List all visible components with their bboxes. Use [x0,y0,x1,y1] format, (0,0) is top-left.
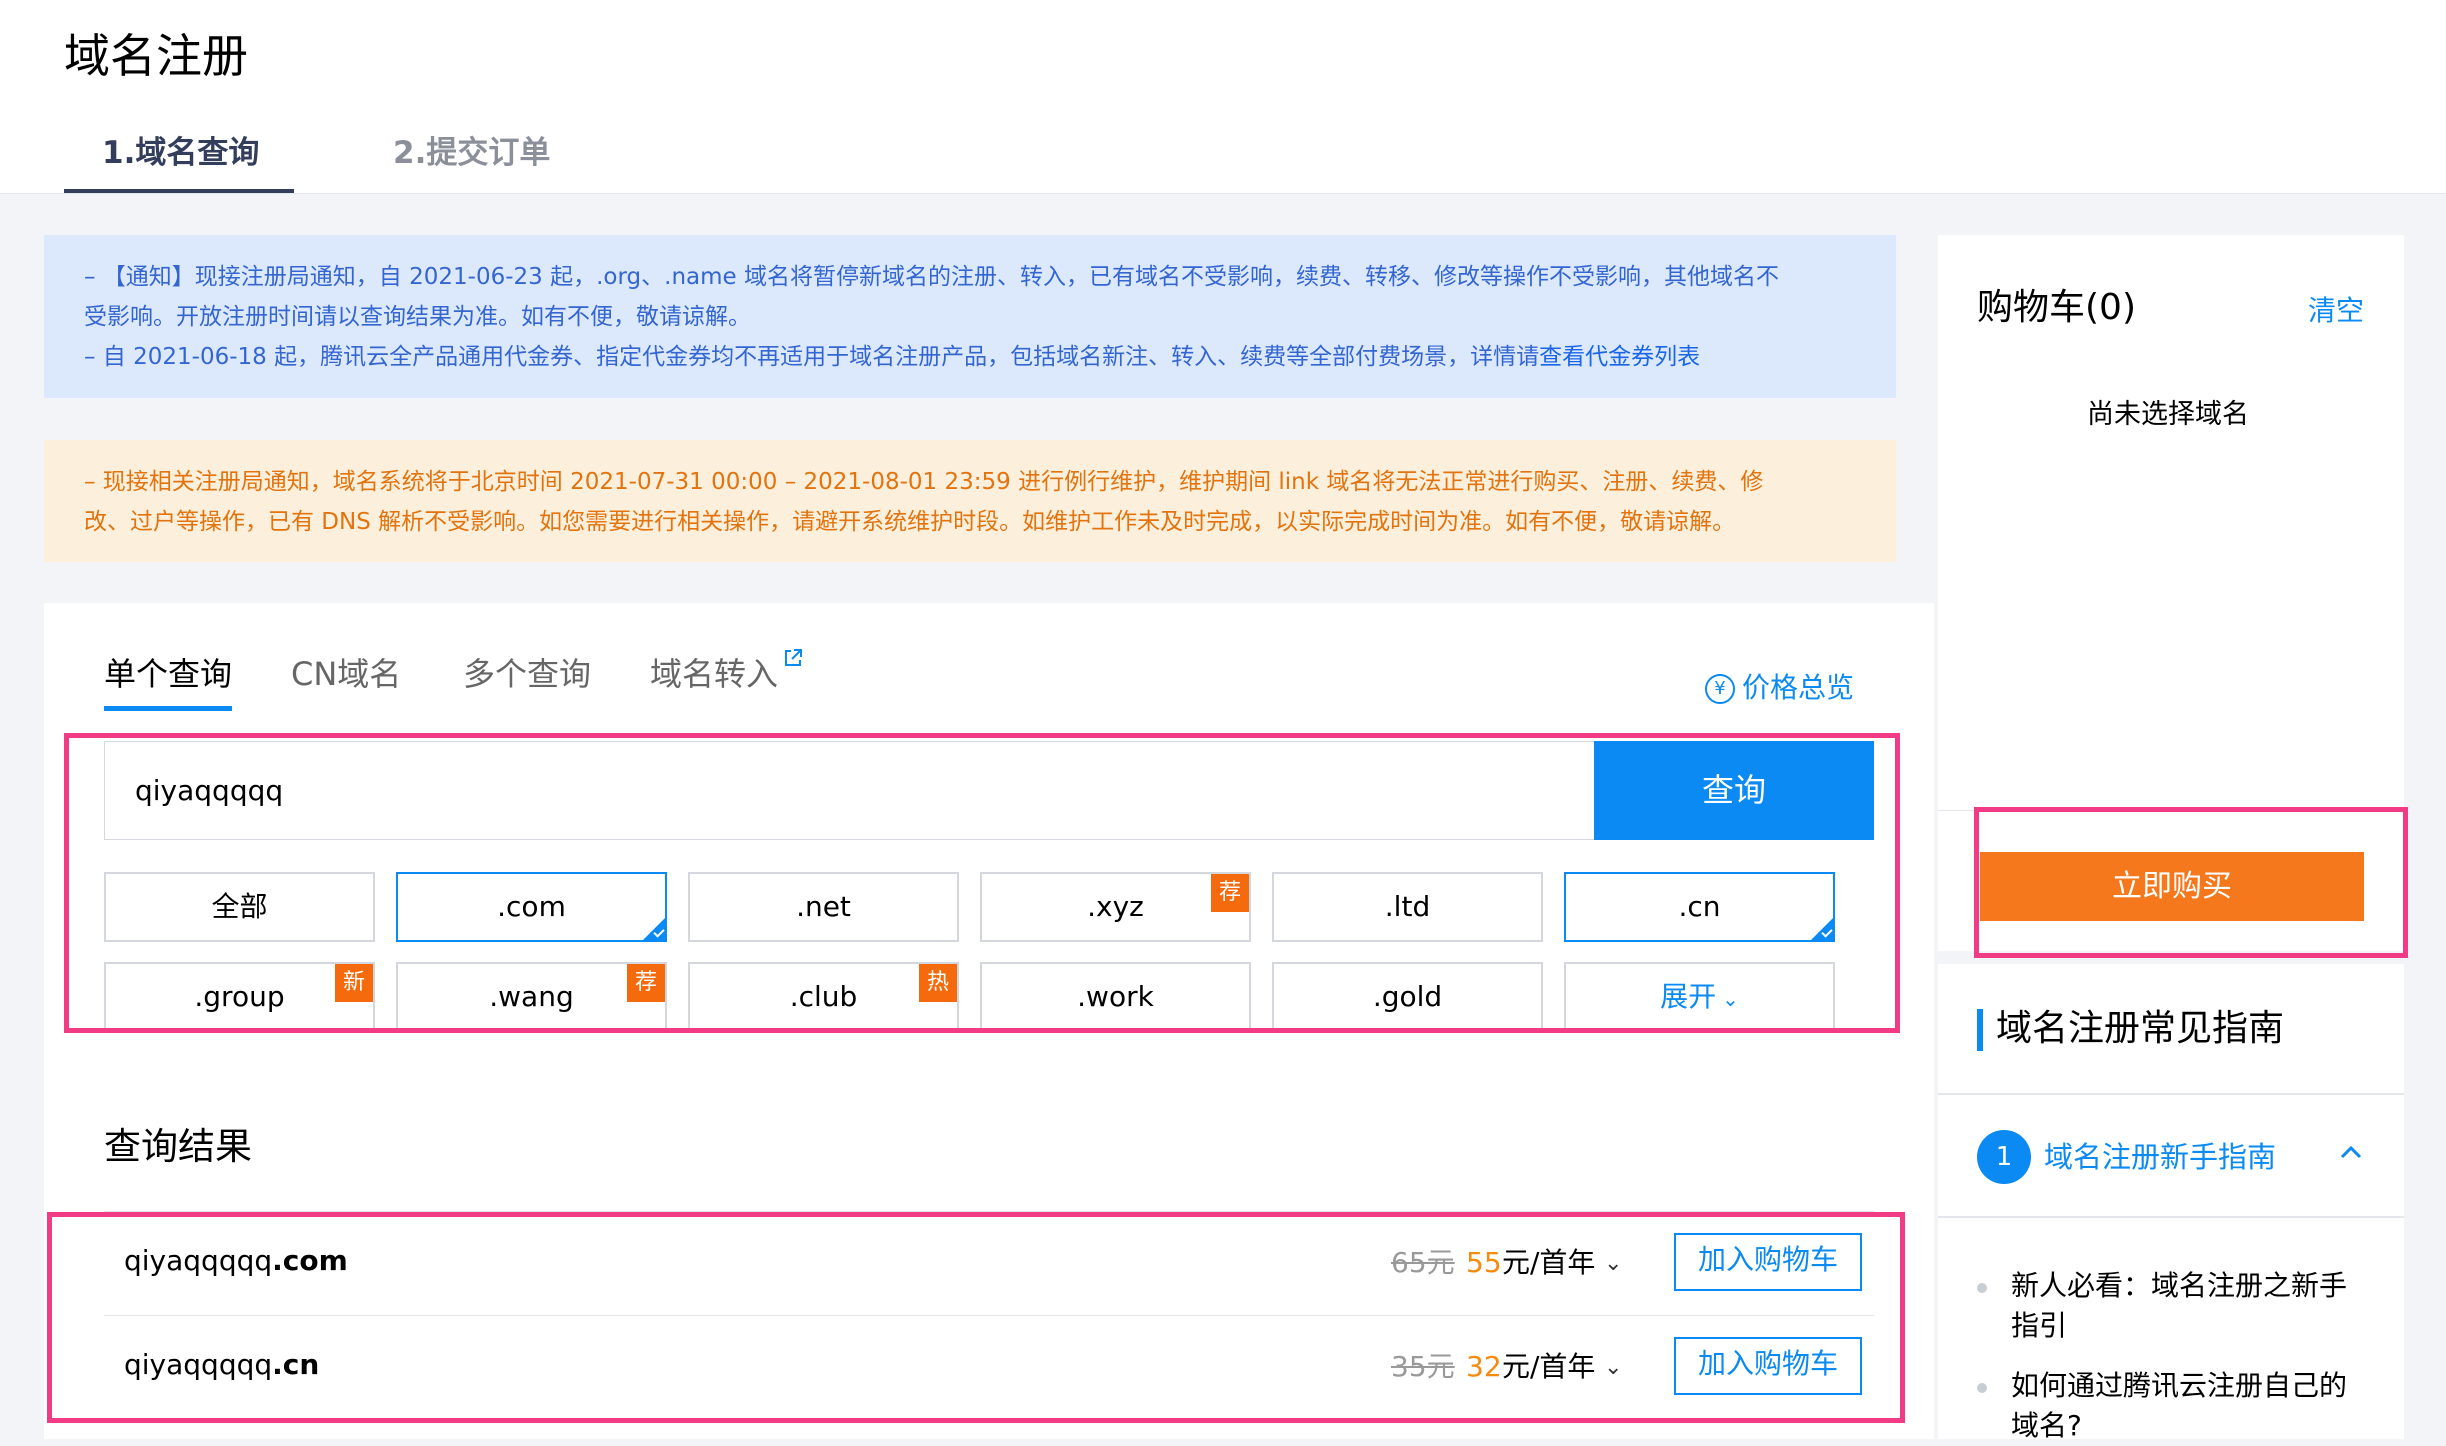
notice-text: – 自 2021-06-18 起，腾讯云全产品通用代金券、指定代金券均不再适用于… [84,344,1540,370]
guide-link[interactable]: 如何通过腾讯云注册自己的域名? [2011,1366,2351,1446]
active-tab-indicator [104,706,232,711]
active-step-indicator [64,189,294,193]
title-accent-bar [1977,1009,1983,1051]
highlight-box [47,1212,1905,1423]
tab-single-query[interactable]: 单个查询 [104,652,232,696]
tab-domain-transfer[interactable]: 域名转入 [650,652,778,696]
page-title: 域名注册 [64,29,248,83]
step-submit-order: 2.提交订单 [393,135,551,171]
notice-line: 改、过户等操作，已有 DNS 解析不受影响。如您需要进行相关操作，请避开系统维护… [84,509,1736,535]
clear-cart-link[interactable]: 清空 [2308,292,2364,330]
bullet-dot [1977,1283,1987,1293]
divider [1938,1093,2404,1095]
notice-line: 受影响。开放注册时间请以查询结果为准。如有不便，敬请谅解。 [84,304,751,330]
guide-section-newbie[interactable]: 域名注册新手指南 [2044,1138,2276,1176]
bullet-dot [1977,1383,1987,1393]
results-title: 查询结果 [104,1125,252,1168]
notice-banner-warning: – 现接相关注册局通知，域名系统将于北京时间 2021-07-31 00:00 … [44,440,1896,562]
step-domain-query: 1.域名查询 [102,135,260,171]
divider [1938,1216,2404,1218]
tab-multi-query[interactable]: 多个查询 [463,652,591,696]
highlight-box [64,733,1900,1033]
guide-link[interactable]: 新人必看：域名注册之新手指引 [2011,1266,2351,1346]
yuan-circle-icon[interactable]: ¥ [1705,674,1735,704]
chevron-up-icon[interactable] [2336,1138,2366,1168]
price-overview-link[interactable]: 价格总览 [1742,670,1854,706]
notice-banner-info: – 【通知】现接注册局通知，自 2021-06-23 起，.org、.name … [44,235,1896,398]
notice-line: – 现接相关注册局通知，域名系统将于北京时间 2021-07-31 00:00 … [84,469,1764,495]
cart-title: 购物车(0) [1977,287,2136,328]
voucher-list-link[interactable]: 查看代金券列表 [1539,344,1700,370]
guide-number-badge: 1 [1977,1130,2031,1184]
page-header [0,0,2446,194]
notice-line: – 自 2021-06-18 起，腾讯云全产品通用代金券、指定代金券均不再适用于… [84,337,1856,377]
external-link-icon [785,649,802,666]
notice-line: – 【通知】现接注册局通知，自 2021-06-23 起，.org、.name … [84,264,1779,290]
cart-empty-message: 尚未选择域名 [2087,399,2249,430]
tab-cn-domain[interactable]: CN域名 [291,652,401,696]
guide-title: 域名注册常见指南 [1996,1008,2285,1049]
highlight-box [1974,807,2408,958]
